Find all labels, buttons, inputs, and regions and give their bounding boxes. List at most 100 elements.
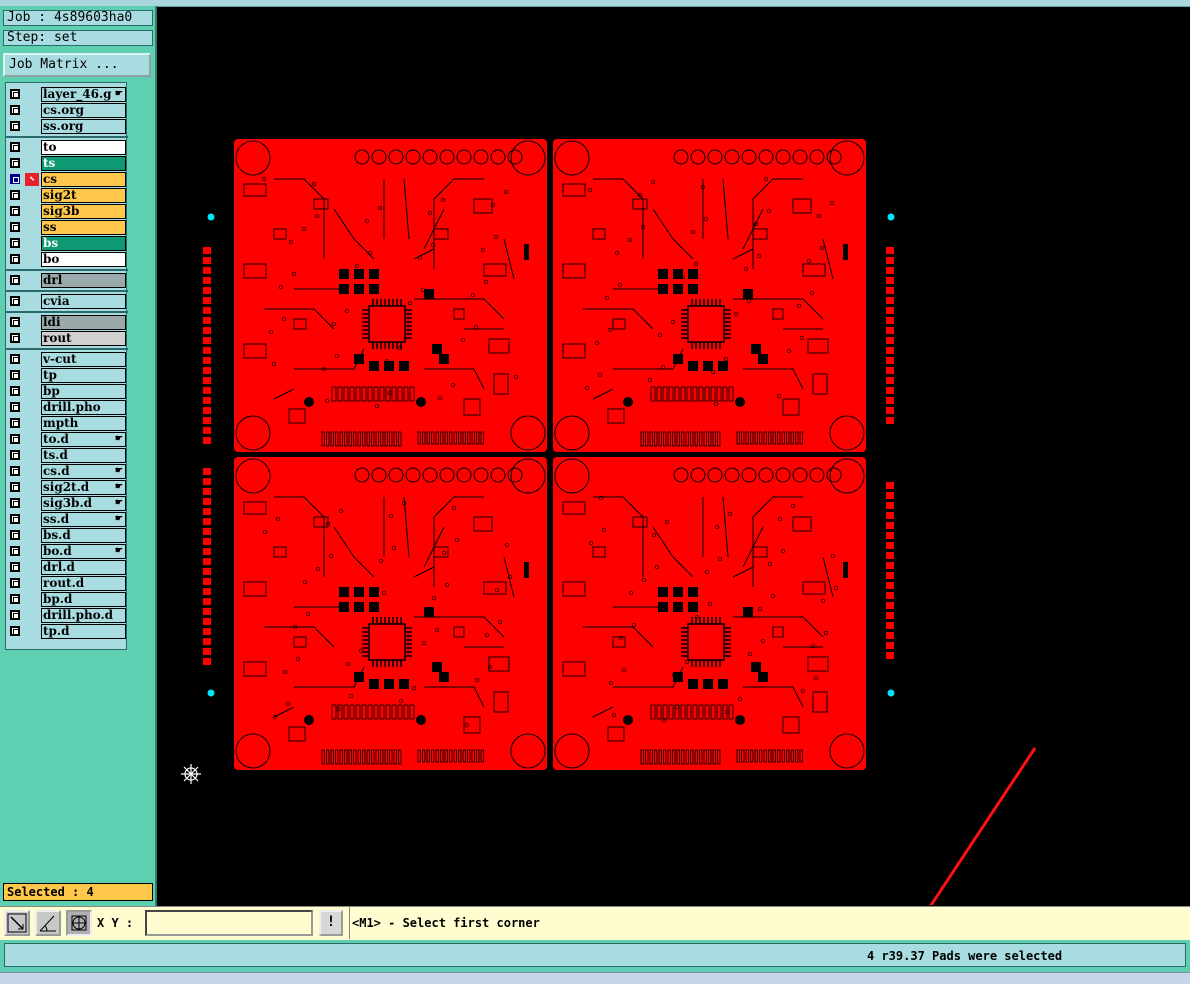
layer-row[interactable]: bs	[6, 236, 126, 252]
layer-checkbox-icon[interactable]	[10, 626, 20, 636]
layer-checkbox-icon[interactable]	[10, 333, 20, 343]
layer-row[interactable]: tp.d	[6, 624, 126, 640]
layer-row[interactable]: ts	[6, 156, 126, 172]
layer-name[interactable]: tp.d	[41, 624, 126, 639]
exclaim-button[interactable]: !	[319, 910, 343, 936]
layer-row[interactable]: rout	[6, 331, 126, 347]
layer-checkbox-icon[interactable]	[10, 450, 20, 460]
layer-checkbox-icon[interactable]	[10, 610, 20, 620]
grid-snap-icon[interactable]	[66, 910, 92, 936]
layer-checkbox-icon[interactable]	[10, 370, 20, 380]
layer-name[interactable]: drill.pho	[41, 400, 126, 415]
layer-name[interactable]: cs	[41, 172, 126, 187]
layer-checkbox-icon[interactable]	[10, 121, 20, 131]
layer-row[interactable]: drill.pho.d	[6, 608, 126, 624]
layer-checkbox-icon[interactable]	[10, 418, 20, 428]
pcb-panel-view[interactable]	[158, 8, 1190, 955]
layer-checkbox-icon[interactable]	[10, 158, 20, 168]
layer-row[interactable]: ss.d ☛	[6, 512, 126, 528]
layer-name[interactable]: ts	[41, 156, 126, 171]
layer-row[interactable]: mpth	[6, 416, 126, 432]
layer-name[interactable]: ss.org	[41, 119, 126, 134]
layer-checkbox-icon[interactable]	[10, 206, 20, 216]
layer-checkbox-icon[interactable]	[10, 354, 20, 364]
layer-checkbox-icon[interactable]	[10, 386, 20, 396]
layer-checkbox-icon[interactable]	[10, 238, 20, 248]
layer-row[interactable]: to.d ☛	[6, 432, 126, 448]
layer-checkbox-icon[interactable]	[10, 594, 20, 604]
layer-row[interactable]: cvia	[6, 294, 126, 310]
layer-checkbox-icon[interactable]	[10, 498, 20, 508]
layer-row[interactable]: sig2t.d ☛	[6, 480, 126, 496]
layer-name[interactable]: rout.d	[41, 576, 126, 591]
layer-row[interactable]: cs.d ☛	[6, 464, 126, 480]
layer-name[interactable]: bs	[41, 236, 126, 251]
layer-row[interactable]: bo.d ☛	[6, 544, 126, 560]
layer-row[interactable]: rout.d	[6, 576, 126, 592]
layer-checkbox-icon[interactable]	[10, 562, 20, 572]
layer-name[interactable]: ldi	[41, 315, 126, 330]
layer-checkbox-icon[interactable]	[10, 174, 20, 184]
layer-checkbox-icon[interactable]	[10, 434, 20, 444]
layer-row[interactable]: ⬉ cs	[6, 172, 126, 188]
layer-row[interactable]: to	[6, 140, 126, 156]
layer-name[interactable]: drill.pho.d	[41, 608, 126, 623]
layer-checkbox-icon[interactable]	[10, 514, 20, 524]
layer-checkbox-icon[interactable]	[10, 105, 20, 115]
layer-row[interactable]: cs.org	[6, 103, 126, 119]
layer-name[interactable]: bo.d ☛	[41, 544, 126, 559]
layer-row[interactable]: sig3b	[6, 204, 126, 220]
job-matrix-button[interactable]: Job Matrix ...	[3, 53, 151, 77]
layer-name[interactable]: bo	[41, 252, 126, 267]
layer-name[interactable]: cvia	[41, 294, 126, 309]
xy-input[interactable]	[145, 910, 313, 936]
layer-name[interactable]: layer_46.g ☛	[41, 87, 126, 102]
layer-checkbox-icon[interactable]	[10, 222, 20, 232]
layer-name[interactable]: sig3b	[41, 204, 126, 219]
layer-row[interactable]: drl.d	[6, 560, 126, 576]
measure-angle-icon[interactable]	[35, 910, 61, 936]
layer-row[interactable]: layer_46.g ☛	[6, 87, 126, 103]
layer-checkbox-icon[interactable]	[10, 254, 20, 264]
layer-checkbox-icon[interactable]	[10, 296, 20, 306]
layer-name[interactable]: rout	[41, 331, 126, 346]
layer-name[interactable]: drl.d	[41, 560, 126, 575]
layer-checkbox-icon[interactable]	[10, 317, 20, 327]
layer-row[interactable]: ldi	[6, 315, 126, 331]
layer-row[interactable]: v-cut	[6, 352, 126, 368]
layer-name[interactable]: ss	[41, 220, 126, 235]
layer-name[interactable]: drl	[41, 273, 126, 288]
layer-name[interactable]: ss.d ☛	[41, 512, 126, 527]
layer-name[interactable]: tp	[41, 368, 126, 383]
layer-name[interactable]: bp	[41, 384, 126, 399]
layer-checkbox-icon[interactable]	[10, 190, 20, 200]
layer-name[interactable]: v-cut	[41, 352, 126, 367]
layer-checkbox-icon[interactable]	[10, 530, 20, 540]
layer-row[interactable]: bo	[6, 252, 126, 268]
layer-row[interactable]: sig3b.d ☛	[6, 496, 126, 512]
layer-row[interactable]: tp	[6, 368, 126, 384]
layer-row[interactable]: ss.org	[6, 119, 126, 135]
layer-checkbox-icon[interactable]	[10, 89, 20, 99]
layer-checkbox-icon[interactable]	[10, 466, 20, 476]
layer-checkbox-icon[interactable]	[10, 275, 20, 285]
layer-name[interactable]: sig2t	[41, 188, 126, 203]
layer-name[interactable]: mpth	[41, 416, 126, 431]
layer-name[interactable]: sig2t.d ☛	[41, 480, 126, 495]
layer-row[interactable]: sig2t	[6, 188, 126, 204]
layer-name[interactable]: bs.d	[41, 528, 126, 543]
layer-name[interactable]: cs.d ☛	[41, 464, 126, 479]
layer-checkbox-icon[interactable]	[10, 546, 20, 556]
layer-row[interactable]: ss	[6, 220, 126, 236]
layer-name[interactable]: cs.org	[41, 103, 126, 118]
layer-checkbox-icon[interactable]	[10, 482, 20, 492]
layer-row[interactable]: bs.d	[6, 528, 126, 544]
layer-name[interactable]: to.d ☛	[41, 432, 126, 447]
layer-name[interactable]: sig3b.d ☛	[41, 496, 126, 511]
layer-row[interactable]: drill.pho	[6, 400, 126, 416]
graphic-canvas[interactable]	[158, 8, 1190, 955]
layer-row[interactable]: ts.d	[6, 448, 126, 464]
layer-name[interactable]: bp.d	[41, 592, 126, 607]
layer-name[interactable]: ts.d	[41, 448, 126, 463]
zoom-fit-icon[interactable]	[4, 910, 30, 936]
